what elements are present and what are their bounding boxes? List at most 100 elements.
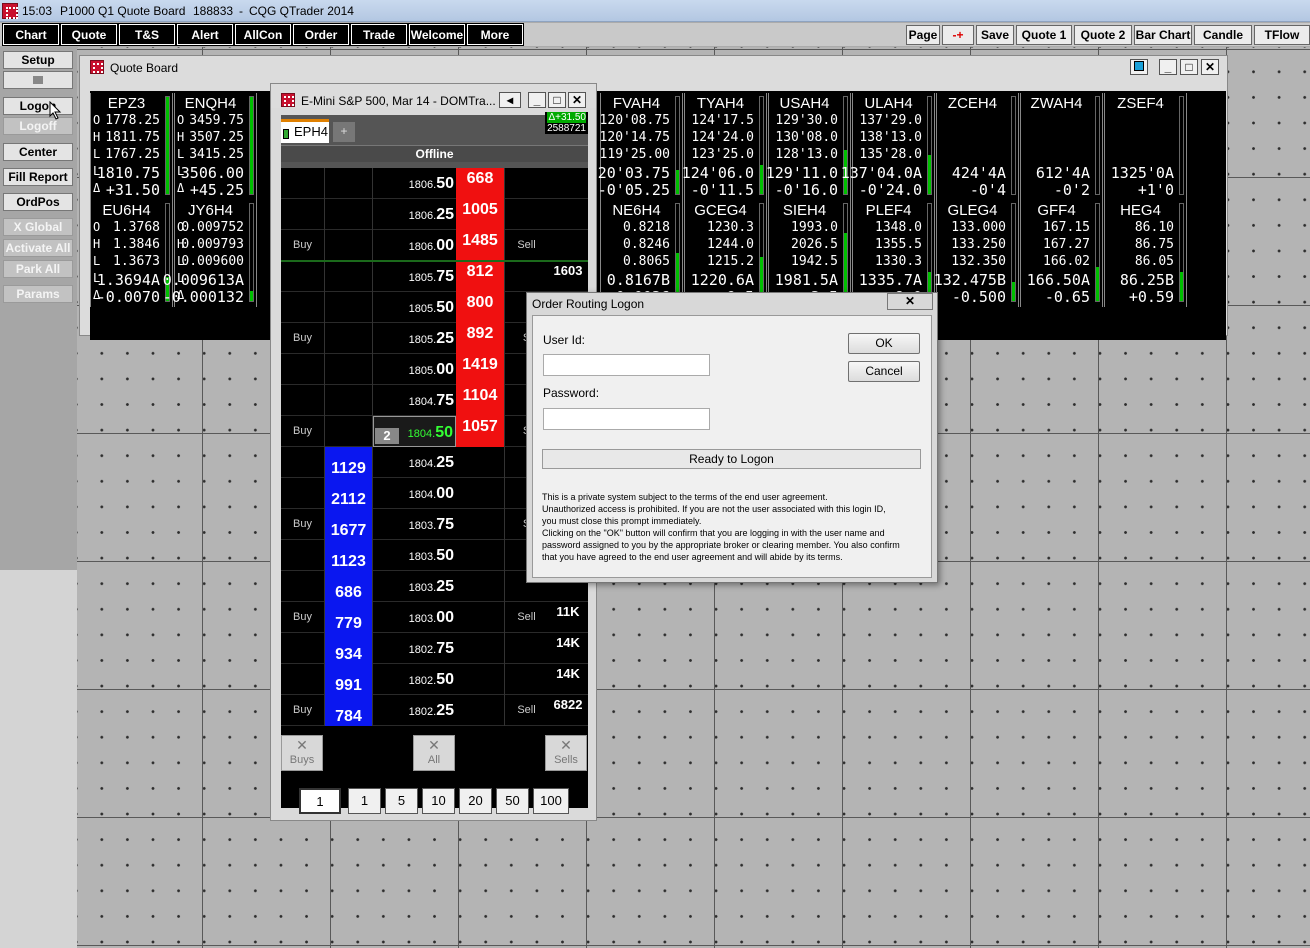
setup-button[interactable]: Setup <box>3 51 73 69</box>
menu-trade[interactable]: Trade <box>350 23 408 46</box>
quote-tile[interactable]: NE6H40.82180.82460.80650.8167B-0.0036 <box>600 200 683 307</box>
dom-back-button[interactable]: ◂ <box>499 92 521 108</box>
candle-button[interactable]: Candle <box>1194 25 1252 45</box>
cancel-buys-button[interactable]: ✕ Buys <box>281 735 323 771</box>
menu-welcome[interactable]: Welcome <box>408 23 466 46</box>
ask-size-cell[interactable]: 1419 <box>456 354 504 385</box>
zoom-button[interactable]: -+ <box>942 25 974 45</box>
menu-allcon[interactable]: AllCon <box>234 23 292 46</box>
ordpos-button[interactable]: OrdPos <box>3 193 73 211</box>
buy-order-cell[interactable] <box>281 633 325 664</box>
menu-chart[interactable]: Chart <box>2 23 60 46</box>
quote-tile[interactable]: USAH4 129'30.0 130'08.0 128'13.0 129'11.0 -0'… <box>766 93 851 200</box>
quote-tile[interactable]: ULAH4 137'29.0 138'13.0 135'28.0 137'04.0A -0… <box>841 93 935 200</box>
ask-size-cell[interactable] <box>456 602 504 633</box>
sell-order-cell[interactable] <box>504 633 548 664</box>
maximize-button[interactable]: □ <box>1180 59 1198 75</box>
quote-tile[interactable]: JY6H4 0.009752 0.009793 0.009600 0.009613A -0… <box>163 200 257 307</box>
bid-size-cell[interactable] <box>325 230 373 261</box>
qty-5-button[interactable]: 5 <box>385 788 418 814</box>
minimize-button[interactable]: _ <box>1159 59 1177 75</box>
buy-order-cell[interactable] <box>281 447 325 478</box>
buy-order-cell[interactable] <box>281 168 325 199</box>
print-button[interactable] <box>3 71 73 89</box>
buy-order-cell[interactable] <box>281 354 325 385</box>
quote-board-title-bar[interactable]: Quote Board _ □ ✕ <box>80 56 1227 78</box>
qty-1-button[interactable]: 1 <box>348 788 381 814</box>
qty-10-button[interactable]: 10 <box>422 788 455 814</box>
buy-order-cell[interactable]: Buy <box>281 509 325 540</box>
quote-tile[interactable]: ZWAH4 612'4A -0'2 <box>1020 93 1103 200</box>
quote-tile[interactable]: ZCEH4 424'4A -0'4 <box>936 93 1019 200</box>
quote-tile[interactable]: ENQH4 3459.75 3507.25 3415.25 3506.00 +45.25 O… <box>174 93 257 200</box>
quote-tile[interactable]: GCEG41230.31244.01215.21220.6A-9.5 <box>684 200 767 307</box>
buy-order-cell[interactable] <box>281 664 325 695</box>
sell-order-cell[interactable] <box>504 168 548 199</box>
quote-tile[interactable]: SIEH41993.02026.51942.51981.5A-3.5 <box>768 200 851 307</box>
ask-size-cell[interactable]: 892 <box>456 323 504 354</box>
menu-ts[interactable]: T&S <box>118 23 176 46</box>
add-tab-button[interactable]: + <box>333 122 355 142</box>
ask-size-cell[interactable] <box>456 478 504 509</box>
bid-size-cell[interactable]: 2112 <box>325 478 373 509</box>
ask-size-cell[interactable]: 1104 <box>456 385 504 416</box>
ask-size-cell[interactable] <box>456 571 504 602</box>
buy-order-cell[interactable]: Buy <box>281 695 325 726</box>
bid-size-cell[interactable]: 1677 <box>325 509 373 540</box>
activate-all-button[interactable]: Activate All <box>3 239 73 257</box>
ask-size-cell[interactable]: 668 <box>456 168 504 199</box>
dom-title-bar[interactable]: E-Mini S&P 500, Mar 14 - DOMTra... ◂ _ □… <box>271 84 596 108</box>
bid-size-cell[interactable]: 1129 <box>325 447 373 478</box>
dom-maximize-button[interactable]: □ <box>548 92 566 108</box>
tflow-button[interactable]: TFlow <box>1254 25 1310 45</box>
quote-tile[interactable]: PLEF41348.01355.51330.31335.7A-8.0 <box>852 200 935 307</box>
close-button[interactable]: ✕ <box>1201 59 1219 75</box>
sell-order-cell[interactable] <box>504 261 548 292</box>
quote-tile[interactable]: ZSEF4 1325'0A +1'0 <box>1104 93 1187 200</box>
quote-tile[interactable]: GFF4 167.15 167.27 166.02 166.50A -0.65 <box>1020 200 1103 307</box>
dom-minimize-button[interactable]: _ <box>528 92 546 108</box>
qty-50-button[interactable]: 50 <box>496 788 529 814</box>
bid-size-cell[interactable]: 991 <box>325 664 373 695</box>
qty-20-button[interactable]: 20 <box>459 788 492 814</box>
sell-order-cell[interactable] <box>504 199 548 230</box>
quote2-button[interactable]: Quote 2 <box>1074 25 1132 45</box>
ask-size-cell[interactable] <box>456 664 504 695</box>
bid-size-cell[interactable] <box>325 199 373 230</box>
buy-order-cell[interactable] <box>281 540 325 571</box>
quote1-button[interactable]: Quote 1 <box>1016 25 1072 45</box>
buy-order-cell[interactable] <box>281 478 325 509</box>
quote-tile[interactable]: TYAH4 124'17.5 124'24.0 123'25.0 124'06.0 -0'… <box>682 93 767 200</box>
park-all-button[interactable]: Park All <box>3 260 73 278</box>
qty-100-button[interactable]: 100 <box>533 788 569 814</box>
bar-chart-button[interactable]: Bar Chart <box>1134 25 1192 45</box>
buy-order-cell[interactable]: Buy <box>281 416 325 447</box>
buy-order-cell[interactable] <box>281 571 325 602</box>
sell-order-cell[interactable]: Sell <box>504 695 548 726</box>
sell-order-cell[interactable] <box>504 664 548 695</box>
dialog-close-button[interactable]: ✕ <box>887 293 933 310</box>
link-color-button[interactable] <box>1130 59 1148 75</box>
menu-alert[interactable]: Alert <box>176 23 234 46</box>
ask-size-cell[interactable]: 1485 <box>456 230 504 261</box>
quote-tile[interactable]: FVAH4 120'08.75 120'14.75 119'25.00 120'03.7… <box>589 93 683 200</box>
buy-order-cell[interactable]: Buy <box>281 602 325 633</box>
menu-more[interactable]: More <box>466 23 524 46</box>
order-quantity-input[interactable]: 1 <box>299 788 341 814</box>
params-button[interactable]: Params <box>3 285 73 303</box>
ask-size-cell[interactable] <box>456 447 504 478</box>
ask-size-cell[interactable] <box>456 695 504 726</box>
ask-size-cell[interactable]: 812 <box>456 261 504 292</box>
quote-tile[interactable]: EU6H4 1.3768 1.3846 1.3673 1.3694A -0.0070 O H L… <box>90 200 173 307</box>
ask-size-cell[interactable]: 1057 <box>456 416 504 447</box>
buy-order-cell[interactable]: Buy <box>281 230 325 261</box>
bid-size-cell[interactable]: 686 <box>325 571 373 602</box>
buy-order-cell[interactable] <box>281 261 325 292</box>
ok-button[interactable]: OK <box>848 333 920 354</box>
fill-report-button[interactable]: Fill Report <box>3 168 73 186</box>
menu-quote[interactable]: Quote <box>60 23 118 46</box>
page-button[interactable]: Page <box>906 25 940 45</box>
dom-close-button[interactable]: ✕ <box>568 92 586 108</box>
cancel-all-button[interactable]: ✕ All <box>413 735 455 771</box>
bid-size-cell[interactable]: 1123 <box>325 540 373 571</box>
